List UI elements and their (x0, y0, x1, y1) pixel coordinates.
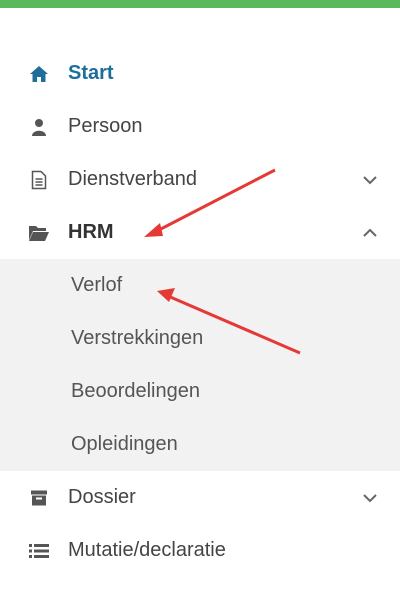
sidebar-item-dienstverband[interactable]: Dienstverband (0, 153, 400, 206)
sidebar-item-label: Persoon (68, 115, 143, 137)
submenu-item-verstrekkingen[interactable]: Verstrekkingen (0, 312, 400, 365)
hrm-submenu: Verlof Verstrekkingen Beoordelingen Ople… (0, 259, 400, 471)
sidebar-item-start[interactable]: Start (0, 47, 400, 100)
submenu-item-beoordelingen[interactable]: Beoordelingen (0, 365, 400, 418)
user-icon (28, 116, 50, 138)
sidebar-item-label: Start (68, 62, 114, 84)
sidebar-item-label: Dienstverband (68, 168, 197, 190)
document-icon (28, 169, 50, 191)
chevron-down-icon[interactable] (362, 490, 378, 506)
submenu-item-verlof[interactable]: Verlof (0, 259, 400, 312)
sidebar-menu: Start Persoon Dienstverband HRM Verlof V… (0, 47, 400, 577)
sidebar-item-label: Dossier (68, 486, 136, 508)
list-icon (28, 540, 50, 562)
chevron-up-icon[interactable] (362, 225, 378, 241)
sidebar-item-label: HRM (68, 221, 114, 243)
sidebar-item-hrm[interactable]: HRM (0, 206, 400, 259)
sidebar-item-label: Mutatie/declaratie (68, 539, 226, 561)
submenu-item-opleidingen[interactable]: Opleidingen (0, 418, 400, 471)
archive-icon (28, 487, 50, 509)
home-icon (28, 63, 50, 85)
sidebar-item-dossier[interactable]: Dossier (0, 471, 400, 524)
sidebar-item-mutatie-declaratie[interactable]: Mutatie/declaratie (0, 524, 400, 577)
folder-open-icon (28, 222, 50, 244)
top-accent-bar (0, 0, 400, 8)
chevron-down-icon[interactable] (362, 172, 378, 188)
sidebar-item-persoon[interactable]: Persoon (0, 100, 400, 153)
